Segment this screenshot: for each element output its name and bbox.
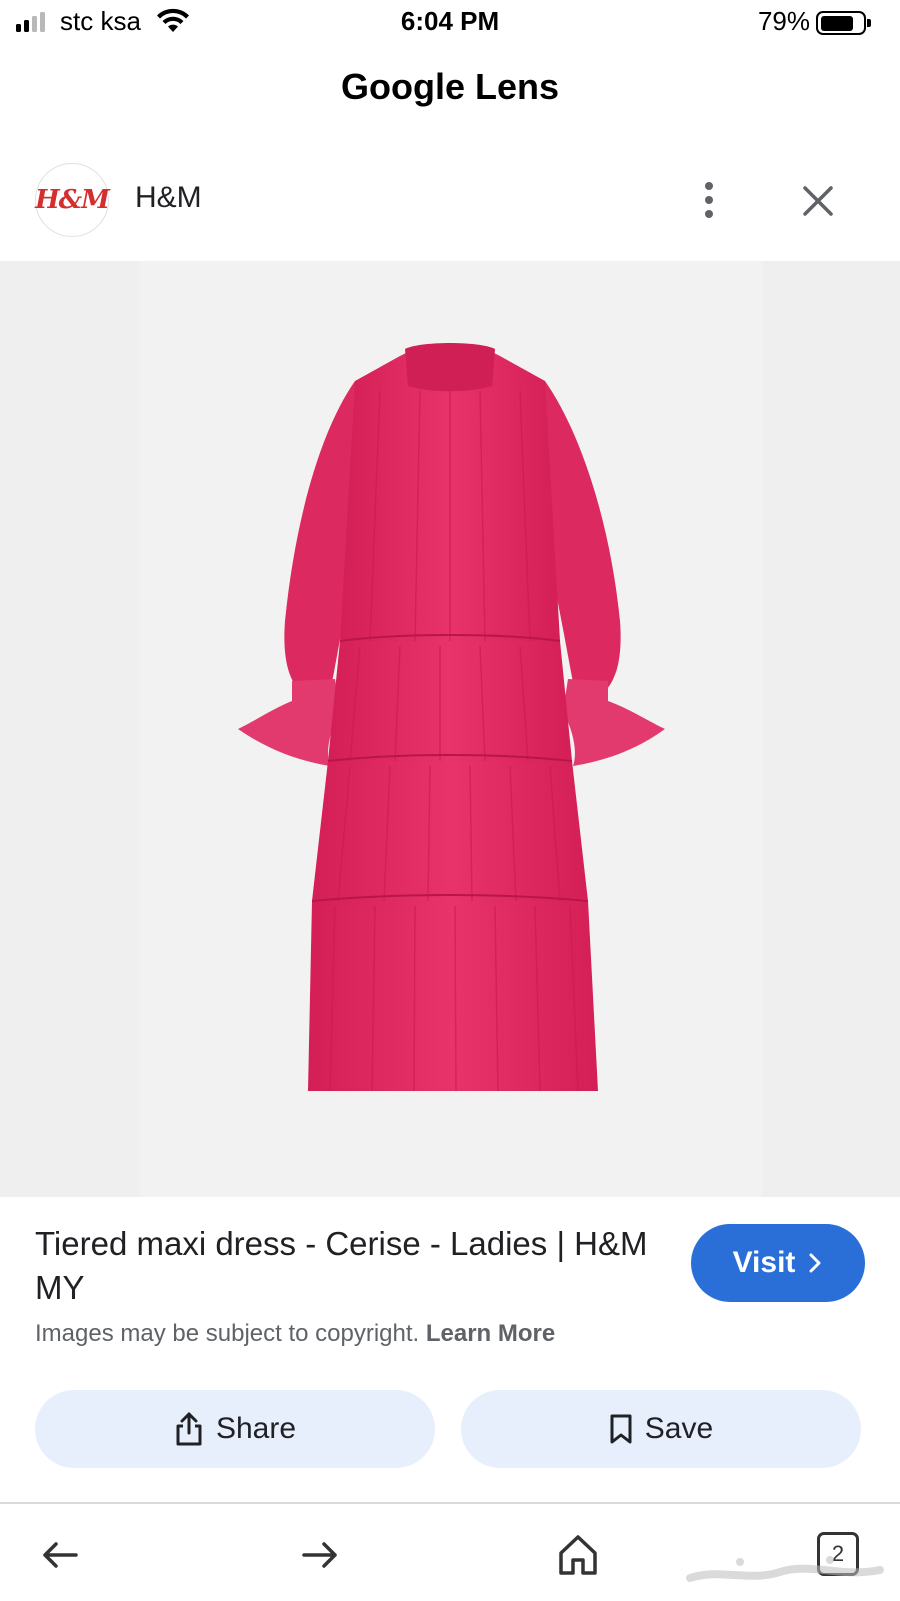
copyright-text: Images may be subject to copyright. xyxy=(35,1320,420,1347)
back-button[interactable] xyxy=(35,1530,85,1580)
chevron-right-icon xyxy=(809,1253,821,1273)
source-row: H&M H&M xyxy=(0,163,900,243)
arrow-left-icon xyxy=(43,1542,78,1568)
share-label: Share xyxy=(215,1412,297,1445)
battery-percent: 79% xyxy=(757,6,810,36)
save-label: Save xyxy=(644,1412,714,1445)
save-button[interactable]: Save xyxy=(461,1390,861,1468)
visit-button[interactable]: Visit xyxy=(691,1224,865,1302)
status-bar: stc ksa 6:04 PM 79% xyxy=(0,0,900,46)
source-name[interactable]: H&M xyxy=(135,181,202,215)
close-button[interactable] xyxy=(796,179,840,223)
arrow-right-icon xyxy=(302,1542,337,1568)
home-icon xyxy=(559,1535,597,1575)
more-vertical-icon xyxy=(705,182,713,190)
bookmark-icon xyxy=(610,1414,632,1444)
battery-fill xyxy=(820,15,853,31)
close-icon xyxy=(803,186,833,216)
bottom-divider xyxy=(0,1502,900,1504)
source-logo-text: H&M xyxy=(35,185,110,215)
copyright-notice: Images may be subject to copyright. Lear… xyxy=(35,1320,555,1348)
page-title: Google Lens xyxy=(340,66,560,107)
watermark-logo xyxy=(686,1556,884,1582)
dress-image xyxy=(238,343,665,1092)
product-title[interactable]: Tiered maxi dress - Cerise - Ladies | H&… xyxy=(35,1222,655,1310)
more-options-button[interactable] xyxy=(694,177,724,223)
share-button[interactable]: Share xyxy=(35,1390,435,1468)
share-icon xyxy=(176,1412,202,1446)
home-button[interactable] xyxy=(553,1530,603,1580)
battery-icon xyxy=(816,11,871,35)
visit-label: Visit xyxy=(732,1246,796,1279)
learn-more-link[interactable]: Learn More xyxy=(426,1320,555,1347)
product-image[interactable] xyxy=(0,261,900,1197)
forward-button[interactable] xyxy=(295,1530,345,1580)
source-logo[interactable]: H&M xyxy=(35,163,110,237)
